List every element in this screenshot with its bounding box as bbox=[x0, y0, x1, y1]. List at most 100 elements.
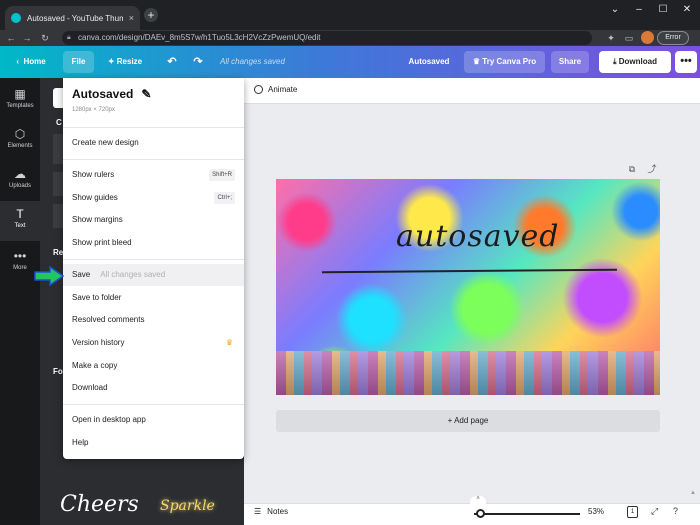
home-label: Home bbox=[23, 57, 46, 66]
menu-open-desktop-app[interactable]: Open in desktop app bbox=[63, 409, 244, 431]
help-icon[interactable]: ? bbox=[673, 506, 678, 516]
font-sample-cheers[interactable]: Cheers bbox=[60, 492, 139, 517]
menu-resolved-comments[interactable]: Resolved comments bbox=[63, 309, 244, 331]
share-button[interactable]: Share bbox=[551, 51, 589, 73]
download-button[interactable]: ⤓ Download bbox=[599, 51, 671, 73]
menu-show-guides[interactable]: Show guides Ctrl+; bbox=[63, 187, 244, 209]
panel-recent-fragment: Re bbox=[53, 248, 64, 257]
add-page-icon[interactable]: ⤴ bbox=[646, 163, 658, 175]
back-arrow-icon[interactable]: ← bbox=[4, 31, 18, 45]
extensions-icon[interactable]: ✦ bbox=[604, 31, 618, 45]
pencil-icon[interactable]: ✎ bbox=[141, 87, 151, 101]
menu-item-label: Save bbox=[72, 270, 91, 279]
menu-item-label: Version history bbox=[72, 338, 125, 347]
menu-title[interactable]: Autosaved ✎ bbox=[72, 87, 151, 101]
rail-elements[interactable]: ⬡ Elements bbox=[0, 121, 40, 161]
zoom-slider-handle[interactable] bbox=[476, 509, 485, 518]
notes-button[interactable]: ☰ Notes bbox=[254, 507, 288, 516]
menu-item-label: Show rulers bbox=[72, 170, 115, 179]
elements-icon: ⬡ bbox=[14, 127, 26, 141]
lock-icon: 🔒︎ bbox=[67, 34, 71, 41]
menu-divider bbox=[63, 159, 244, 160]
try-canva-pro-button[interactable]: ♛ Try Canva Pro bbox=[464, 51, 545, 73]
panel-heading-fragment: C bbox=[56, 118, 62, 127]
menu-version-history[interactable]: Version history ♛ bbox=[63, 332, 244, 354]
rail-label: Elements bbox=[7, 143, 33, 149]
download-label: Download bbox=[618, 57, 657, 66]
resize-button[interactable]: ✦ Resize bbox=[100, 51, 150, 73]
notes-icon: ☰ bbox=[254, 507, 262, 516]
rail-label: More bbox=[13, 265, 27, 271]
menu-show-print-bleed[interactable]: Show print bleed bbox=[63, 232, 244, 254]
canvas-text[interactable]: autosaved bbox=[396, 219, 560, 254]
undo-icon[interactable]: ↶ bbox=[162, 51, 182, 73]
uploads-icon: ☁ bbox=[14, 167, 26, 181]
zoom-level[interactable]: 53% bbox=[588, 507, 604, 516]
menu-title-text: Autosaved bbox=[72, 87, 134, 101]
editor-toolbar bbox=[244, 78, 700, 104]
panel-text-option[interactable] bbox=[53, 172, 63, 196]
design-canvas[interactable]: autosaved bbox=[276, 179, 660, 395]
browser-tab[interactable]: Autosaved - YouTube Thumbnail × bbox=[5, 6, 140, 30]
shortcut-badge: Ctrl+; bbox=[214, 192, 235, 204]
design-dimensions: 1280px × 720px bbox=[72, 107, 115, 113]
duplicate-page-icon[interactable]: ⧉ bbox=[626, 163, 638, 175]
menu-show-rulers[interactable]: Show rulers Shift+R bbox=[63, 164, 244, 186]
crown-icon: ♛ bbox=[225, 338, 233, 347]
sparkle-icon: ✦ bbox=[107, 57, 117, 66]
document-title[interactable]: Autosaved bbox=[402, 51, 456, 73]
panel-text-option[interactable] bbox=[53, 134, 63, 164]
resize-label: Resize bbox=[116, 57, 143, 66]
add-page-button[interactable]: + Add page bbox=[276, 410, 660, 432]
menu-divider bbox=[63, 127, 244, 128]
font-sample-sparkle[interactable]: Sparkle bbox=[160, 498, 215, 514]
menu-save[interactable]: Save All changes saved bbox=[63, 264, 244, 286]
panel-search-input[interactable] bbox=[53, 88, 63, 108]
animate-icon bbox=[254, 85, 263, 94]
reload-icon[interactable]: ↻ bbox=[38, 31, 52, 45]
try-canva-pro-label: Try Canva Pro bbox=[482, 57, 537, 66]
tab-title: Autosaved - YouTube Thumbnail bbox=[27, 13, 123, 23]
rail-templates[interactable]: ▦ Templates bbox=[0, 81, 40, 121]
minimize-button[interactable]: – bbox=[628, 2, 650, 18]
animate-button[interactable]: Animate bbox=[254, 85, 297, 94]
file-menu-button[interactable]: File bbox=[63, 51, 94, 73]
close-window-button[interactable]: ✕ bbox=[676, 2, 698, 18]
menu-create-new-design[interactable]: Create new design bbox=[63, 132, 244, 154]
new-tab-button[interactable]: + bbox=[144, 8, 158, 22]
menu-divider bbox=[63, 259, 244, 260]
menu-item-label: Show guides bbox=[72, 193, 118, 202]
panel-text-option[interactable] bbox=[53, 204, 63, 228]
url-input[interactable]: 🔒︎ canva.com/design/DAEv_8m5S7w/h1Tuo5L3… bbox=[62, 31, 592, 45]
profile-avatar[interactable] bbox=[641, 31, 654, 44]
page-count[interactable]: 1 bbox=[627, 506, 638, 518]
menu-make-a-copy[interactable]: Make a copy bbox=[63, 355, 244, 377]
menu-show-margins[interactable]: Show margins bbox=[63, 209, 244, 231]
tab-search-icon[interactable]: ⌄ bbox=[604, 2, 626, 18]
zoom-slider[interactable] bbox=[474, 513, 580, 515]
menu-help[interactable]: Help bbox=[63, 432, 244, 454]
home-button[interactable]: ‹ Home bbox=[6, 51, 56, 73]
sidebar-icon[interactable]: ▭ bbox=[622, 31, 636, 45]
menu-save-to-folder[interactable]: Save to folder bbox=[63, 287, 244, 309]
canvas-underline[interactable] bbox=[321, 268, 618, 274]
scroll-up-icon[interactable]: ▲ bbox=[690, 490, 696, 496]
more-dots-icon: ••• bbox=[13, 249, 27, 263]
redo-icon[interactable]: ↷ bbox=[188, 51, 208, 73]
more-options-button[interactable]: ••• bbox=[675, 51, 697, 73]
tab-close-icon[interactable]: × bbox=[129, 13, 134, 23]
rail-uploads[interactable]: ☁ Uploads bbox=[0, 161, 40, 201]
forward-arrow-icon[interactable]: → bbox=[20, 31, 34, 45]
shortcut-badge: Shift+R bbox=[209, 169, 235, 181]
rail-text[interactable]: T Text bbox=[0, 201, 40, 241]
notes-label: Notes bbox=[267, 507, 289, 516]
menu-download[interactable]: Download bbox=[63, 377, 244, 399]
maximize-button[interactable]: ☐ bbox=[652, 2, 674, 18]
rail-label: Uploads bbox=[8, 183, 31, 189]
rail-label: Templates bbox=[6, 103, 34, 109]
profile-error-button[interactable]: Error bbox=[657, 31, 689, 45]
fullscreen-icon[interactable]: ⤢ bbox=[651, 506, 658, 517]
pages-toggle-chevron-icon[interactable]: ˄ bbox=[470, 496, 486, 504]
panel-font-fragment: Fo bbox=[53, 367, 63, 376]
canvas-wood-floor bbox=[276, 351, 660, 395]
